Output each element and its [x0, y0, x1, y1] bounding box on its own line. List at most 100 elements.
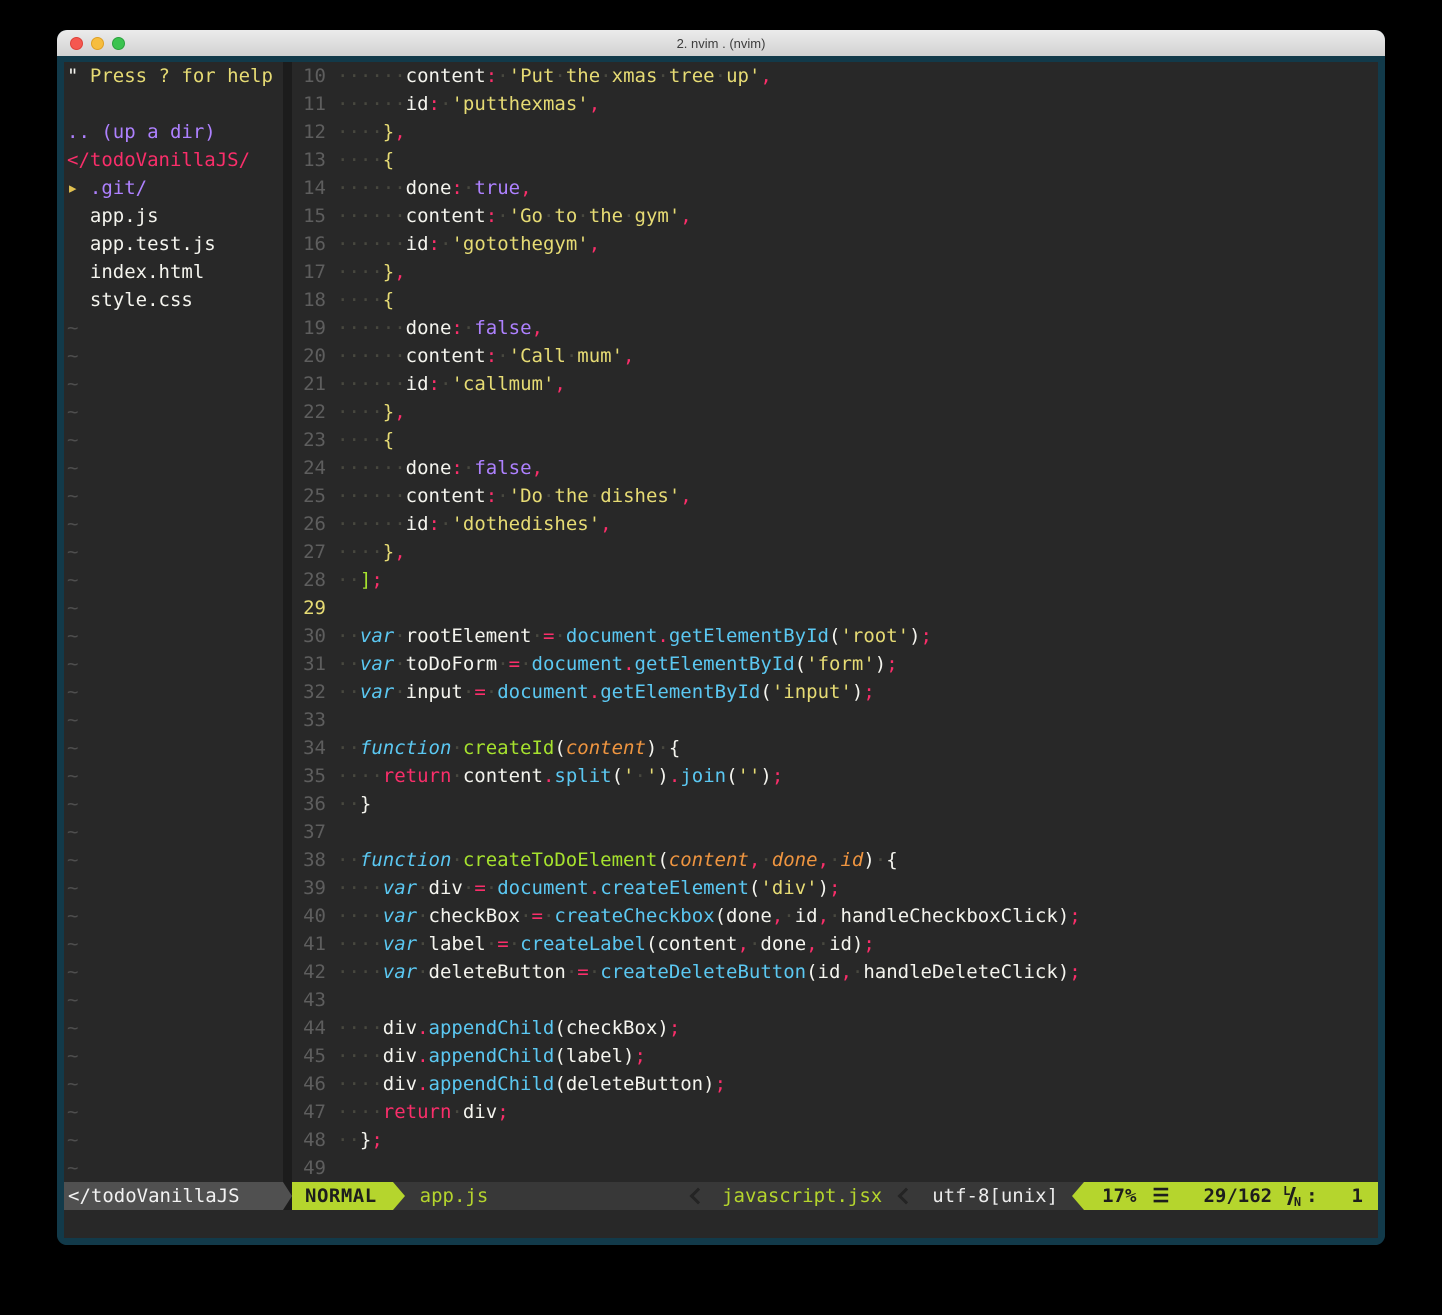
- token: ······: [337, 373, 406, 395]
- tree-item[interactable]: ▸ .git/: [67, 174, 283, 202]
- code-line[interactable]: 10······content:·'Put·the·xmas·tree·up',: [292, 62, 1378, 90]
- token: ····: [337, 961, 383, 983]
- tree-item[interactable]: app.test.js: [67, 230, 283, 258]
- token: ·: [451, 1101, 462, 1123]
- code-line[interactable]: 12····},: [292, 118, 1378, 146]
- code-line[interactable]: 23····{: [292, 426, 1378, 454]
- line-number: 30: [292, 622, 326, 650]
- code-line[interactable]: 20······content:·'Call·mum',: [292, 342, 1378, 370]
- token: 'Put: [509, 65, 555, 87]
- token: ·: [417, 933, 428, 955]
- token: id: [406, 373, 429, 395]
- code-line[interactable]: 48··};: [292, 1126, 1378, 1154]
- token: ······: [337, 345, 406, 367]
- code-line[interactable]: 29: [292, 594, 1378, 622]
- token: div: [383, 1073, 417, 1095]
- empty-buffer-tilde: ~: [67, 594, 283, 622]
- token: ,: [806, 933, 817, 955]
- minimize-button[interactable]: [91, 37, 104, 50]
- token: document: [532, 653, 624, 675]
- code-line[interactable]: 45····div.appendChild(label);: [292, 1042, 1378, 1070]
- code-line[interactable]: 14······done:·true,: [292, 174, 1378, 202]
- code-line[interactable]: 46····div.appendChild(deleteButton);: [292, 1070, 1378, 1098]
- code-line[interactable]: 19······done:·false,: [292, 314, 1378, 342]
- code-line[interactable]: 43: [292, 986, 1378, 1014]
- code-line[interactable]: 33: [292, 706, 1378, 734]
- code-line[interactable]: 13····{: [292, 146, 1378, 174]
- code-line[interactable]: 39····var·div·=·document.createElement('…: [292, 874, 1378, 902]
- token: ······: [337, 233, 406, 255]
- code-line[interactable]: 35····return·content.split('·').join('')…: [292, 762, 1378, 790]
- vertical-split-divider[interactable]: [283, 62, 292, 1182]
- tree-item[interactable]: style.css: [67, 286, 283, 314]
- code-line[interactable]: 30··var·rootElement·=·document.getElemen…: [292, 622, 1378, 650]
- token: .: [589, 681, 600, 703]
- token: ;: [863, 681, 874, 703]
- token: :: [451, 457, 462, 479]
- code-line[interactable]: 27····},: [292, 538, 1378, 566]
- tree-item[interactable]: app.js: [67, 202, 283, 230]
- token: ·: [440, 233, 451, 255]
- empty-buffer-tilde: ~: [67, 622, 283, 650]
- token: {: [669, 737, 680, 759]
- empty-buffer-tilde: ~: [67, 790, 283, 818]
- code-line[interactable]: 41····var·label·=·createLabel(content,·d…: [292, 930, 1378, 958]
- code-line[interactable]: 26······id:·'dothedishes',: [292, 510, 1378, 538]
- token: var: [383, 961, 417, 983]
- code-line[interactable]: 22····},: [292, 398, 1378, 426]
- tree-item[interactable]: .. (up a dir): [67, 118, 283, 146]
- code-line[interactable]: 32··var·input·=·document.getElementById(…: [292, 678, 1378, 706]
- code-line[interactable]: 18····{: [292, 286, 1378, 314]
- tree-item[interactable]: index.html: [67, 258, 283, 286]
- code-line[interactable]: 16······id:·'gotothegym',: [292, 230, 1378, 258]
- token: ;: [497, 1101, 508, 1123]
- code-line[interactable]: 25······content:·'Do·the·dishes',: [292, 482, 1378, 510]
- code-line[interactable]: 28··];: [292, 566, 1378, 594]
- code-line[interactable]: 40····var·checkBox·=·createCheckbox(done…: [292, 902, 1378, 930]
- token: toDoForm: [406, 653, 498, 675]
- token: ·: [543, 485, 554, 507]
- token: ·: [520, 905, 531, 927]
- line-number: 10: [292, 62, 326, 90]
- code-line[interactable]: 24······done:·false,: [292, 454, 1378, 482]
- token: ····: [337, 933, 383, 955]
- empty-buffer-tilde: ~: [67, 426, 283, 454]
- token: =: [577, 961, 588, 983]
- code-line[interactable]: 21······id:·'callmum',: [292, 370, 1378, 398]
- token: ): [875, 653, 886, 675]
- token: ·: [543, 205, 554, 227]
- code-line[interactable]: 49: [292, 1154, 1378, 1182]
- code-line[interactable]: 37: [292, 818, 1378, 846]
- command-line[interactable]: [64, 1210, 1378, 1238]
- code-buffer[interactable]: 10······content:·'Put·the·xmas·tree·up',…: [292, 62, 1378, 1182]
- code-line[interactable]: 11······id:·'putthexmas',: [292, 90, 1378, 118]
- token: ·: [440, 513, 451, 535]
- close-button[interactable]: [70, 37, 83, 50]
- code-line[interactable]: 34··function·createId(content)·{: [292, 734, 1378, 762]
- tree-item[interactable]: " Press ? for help: [67, 62, 283, 90]
- code-line[interactable]: 44····div.appendChild(checkBox);: [292, 1014, 1378, 1042]
- zoom-button[interactable]: [112, 37, 125, 50]
- line-number: 12: [292, 118, 326, 146]
- token: .: [623, 653, 634, 675]
- code-line[interactable]: 15······content:·'Go·to·the·gym',: [292, 202, 1378, 230]
- code-line[interactable]: 36··}: [292, 790, 1378, 818]
- token: ': [646, 765, 657, 787]
- tree-item[interactable]: </todoVanillaJS/: [67, 146, 283, 174]
- nvim-grid: " Press ? for help .. (up a dir)</todoVan…: [64, 62, 1378, 1238]
- token: appendChild: [429, 1017, 555, 1039]
- code-text: ··var·input·=·document.getElementById('i…: [337, 678, 875, 706]
- token: label: [566, 1045, 623, 1067]
- token: (: [726, 765, 737, 787]
- code-line[interactable]: 47····return·div;: [292, 1098, 1378, 1126]
- token: label: [429, 933, 486, 955]
- code-line[interactable]: 42····var·deleteButton·=·createDeleteBut…: [292, 958, 1378, 986]
- token: ·: [623, 205, 634, 227]
- tree-item[interactable]: [67, 90, 283, 118]
- code-line[interactable]: 38··function·createToDoElement(content,·…: [292, 846, 1378, 874]
- token: (: [554, 1045, 565, 1067]
- code-line[interactable]: 31··var·toDoForm·=·document.getElementBy…: [292, 650, 1378, 678]
- line-number: 27: [292, 538, 326, 566]
- code-line[interactable]: 17····},: [292, 258, 1378, 286]
- line-number: 43: [292, 986, 326, 1014]
